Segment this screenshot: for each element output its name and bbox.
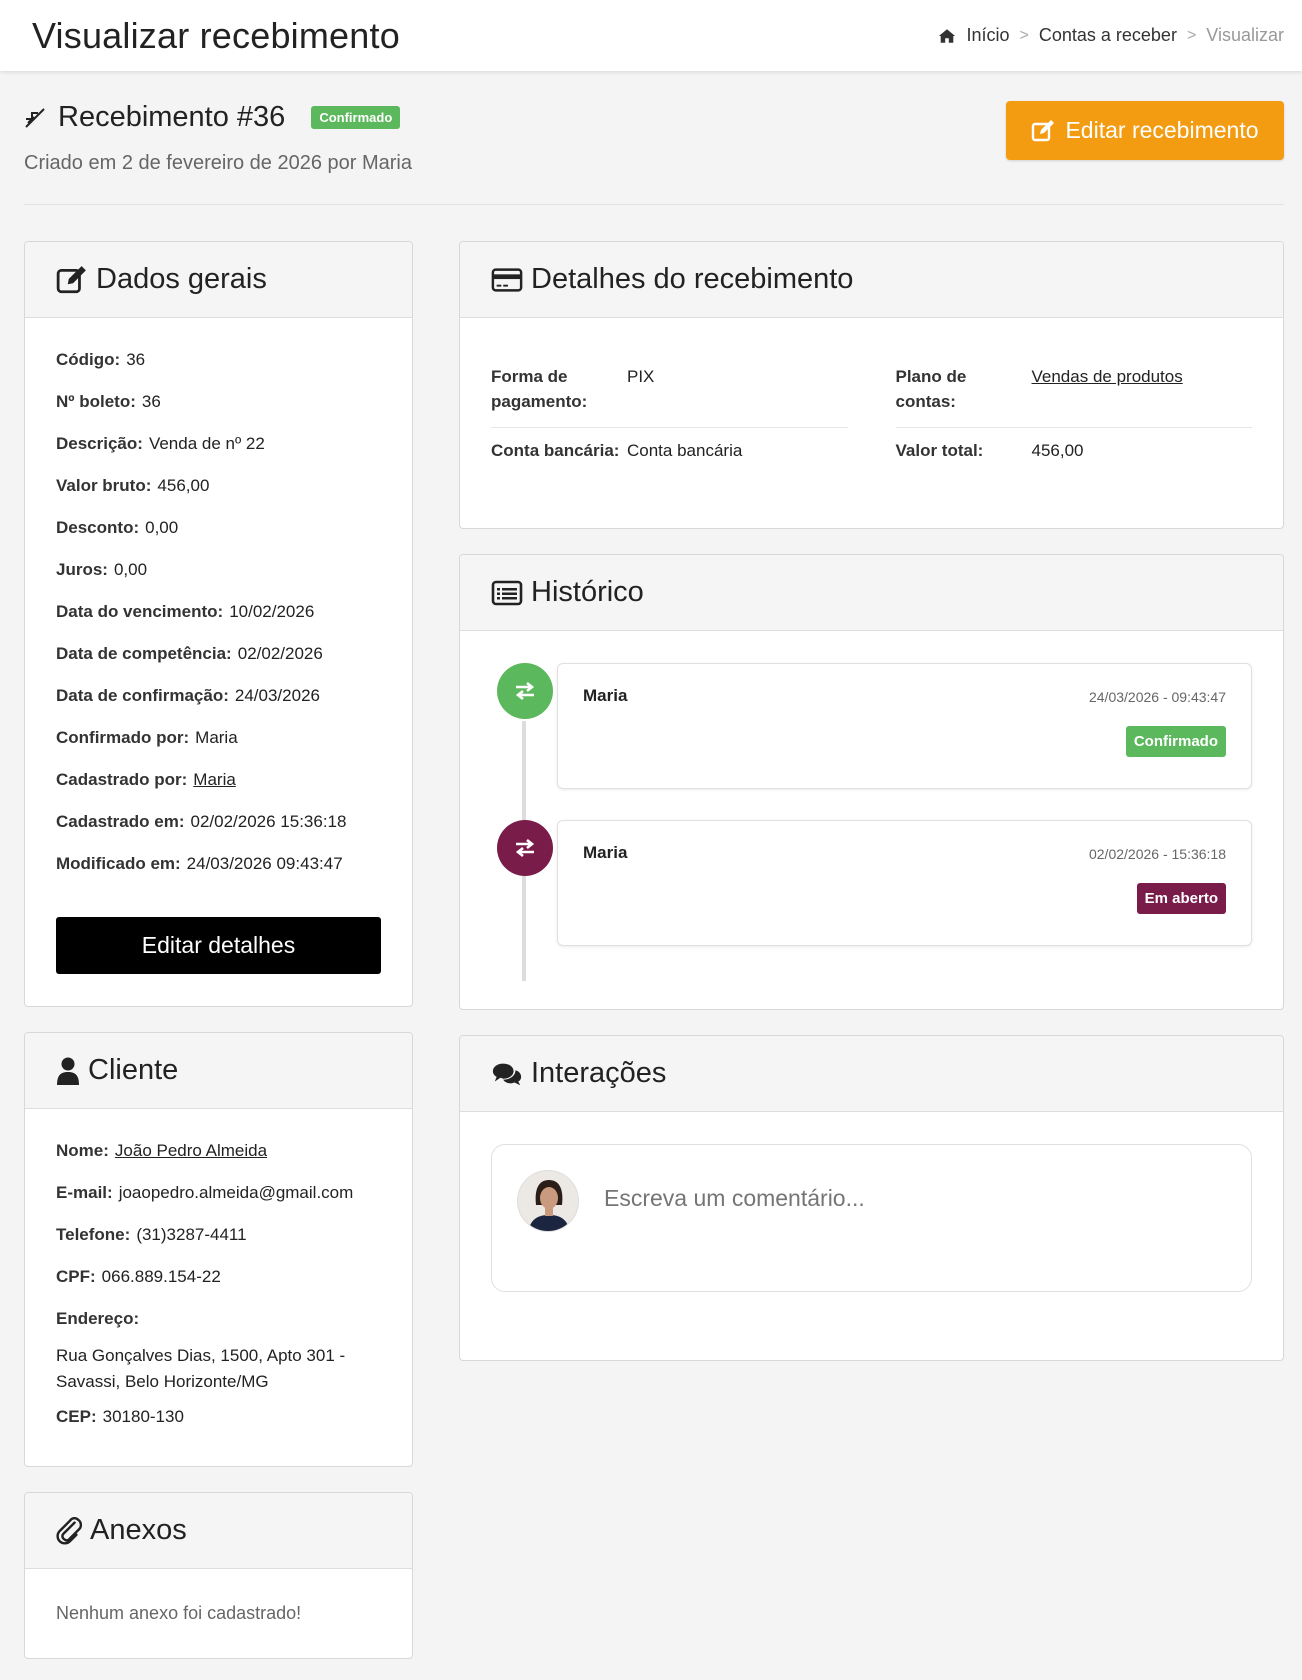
timeline-entry: Maria 24/03/2026 - 09:43:47 Confirmado bbox=[557, 663, 1252, 789]
timeline-marker bbox=[497, 663, 553, 719]
general-data-list: Código: 36 Nº boleto: 36 Descrição: Venda d… bbox=[25, 318, 412, 896]
timeline-datetime: 02/02/2026 - 15:36:18 bbox=[1088, 846, 1226, 862]
edit-icon bbox=[56, 265, 86, 293]
edit-icon bbox=[1032, 119, 1055, 141]
stairs-icon bbox=[25, 107, 45, 128]
attachments-card: Anexos Nenhum anexo foi cadastrado! bbox=[24, 1492, 413, 1659]
field-endereco-label: Endereço: bbox=[56, 1309, 140, 1328]
card-title: Anexos bbox=[90, 1514, 187, 1546]
field-cpf: CPF: 066.889.154-22 bbox=[56, 1267, 221, 1286]
edit-receipt-label: Editar recebimento bbox=[1065, 117, 1259, 143]
field-forma-pagamento: Forma de pagamento: PIX bbox=[491, 354, 848, 428]
cadastrado-por-link[interactable]: Maria bbox=[193, 770, 236, 789]
payment-details-card: Detalhes do recebimento Forma de pagamen… bbox=[459, 241, 1284, 529]
client-card: Cliente Nome: João Pedro Almeida E-mail: j… bbox=[24, 1032, 413, 1467]
field-boleto: Nº boleto: 36 bbox=[56, 392, 161, 411]
field-plano-contas: Plano de contas: Vendas de produtos bbox=[895, 354, 1252, 428]
timeline-status-badge: Em aberto bbox=[1136, 883, 1226, 914]
timeline-entry: Maria 02/02/2026 - 15:36:18 Em aberto bbox=[557, 820, 1252, 946]
edit-receipt-button[interactable]: Editar recebimento bbox=[1006, 101, 1284, 160]
receipt-header: Recebimento #36 Confirmado Criado em 2 d… bbox=[24, 71, 1284, 205]
plano-contas-link[interactable]: Vendas de produtos bbox=[1032, 367, 1183, 386]
general-data-card: Dados gerais Código: 36 Nº boleto: 36 Desc… bbox=[24, 241, 413, 1007]
history-timeline: Maria 24/03/2026 - 09:43:47 Confirmado M… bbox=[460, 631, 1283, 981]
breadcrumb-current: Visualizar bbox=[1206, 25, 1284, 45]
page-title: Visualizar recebimento bbox=[32, 14, 400, 56]
attachments-empty: Nenhum anexo foi cadastrado! bbox=[56, 1603, 302, 1623]
timeline-item: Maria 24/03/2026 - 09:43:47 Confirmado bbox=[491, 663, 1252, 820]
avatar-image bbox=[518, 1171, 578, 1231]
card-title: Histórico bbox=[531, 576, 644, 608]
breadcrumb-home[interactable]: Início bbox=[966, 25, 1009, 46]
timeline-status-badge: Confirmado bbox=[1125, 726, 1226, 757]
card-title: Cliente bbox=[88, 1054, 179, 1086]
timeline-user: Maria bbox=[583, 686, 628, 705]
timeline-datetime: 24/03/2026 - 09:43:47 bbox=[1088, 689, 1226, 705]
interactions-card: Interações bbox=[459, 1035, 1284, 1361]
history-card: Histórico Maria 24/03/2026 - 09:43:47 Co… bbox=[459, 554, 1284, 1010]
field-codigo: Código: 36 bbox=[56, 350, 146, 369]
field-modificado-em: Modificado em: 24/03/2026 09:43:47 bbox=[56, 854, 343, 873]
paperclip-icon bbox=[56, 1516, 82, 1545]
user-icon bbox=[57, 1057, 79, 1085]
receipt-title: Recebimento #36 bbox=[58, 101, 286, 133]
comment-box[interactable] bbox=[491, 1144, 1252, 1292]
timeline-user: Maria bbox=[583, 843, 628, 862]
exchange-icon bbox=[515, 838, 535, 858]
field-juros: Juros: 0,00 bbox=[56, 560, 148, 579]
list-icon bbox=[491, 580, 523, 605]
breadcrumb: Início > Contas a receber > Visualizar bbox=[938, 25, 1284, 46]
client-data-list: Nome: João Pedro Almeida E-mail: joaopedro… bbox=[25, 1109, 412, 1449]
field-conta-bancaria: Conta bancária: Conta bancária bbox=[491, 441, 743, 460]
credit-card-icon bbox=[491, 267, 523, 292]
field-descricao: Descrição: Venda de nº 22 bbox=[56, 434, 265, 453]
field-confirmado-por: Confirmado por: Maria bbox=[56, 728, 238, 747]
field-valor-total: Valor total: 456,00 bbox=[895, 441, 1084, 460]
field-nome: Nome: João Pedro Almeida bbox=[56, 1141, 268, 1160]
breadcrumb-separator: > bbox=[1019, 26, 1029, 44]
comments-icon bbox=[492, 1063, 522, 1085]
card-title: Interações bbox=[531, 1057, 667, 1089]
exchange-icon bbox=[515, 681, 535, 701]
top-bar: Visualizar recebimento Início > Contas a… bbox=[0, 0, 1302, 71]
card-title: Dados gerais bbox=[96, 263, 267, 295]
field-valor-bruto: Valor bruto: 456,00 bbox=[56, 476, 210, 495]
field-competencia: Data de competência: 02/02/2026 bbox=[56, 644, 323, 663]
field-vencimento: Data do vencimento: 10/02/2026 bbox=[56, 602, 315, 621]
breadcrumb-separator: > bbox=[1186, 26, 1197, 44]
status-badge: Confirmado bbox=[311, 106, 401, 129]
timeline-marker bbox=[497, 820, 553, 876]
field-confirmacao: Data de confirmação: 24/03/2026 bbox=[56, 686, 320, 705]
field-desconto: Desconto: 0,00 bbox=[56, 518, 179, 537]
user-avatar bbox=[517, 1170, 579, 1232]
field-endereco-value: Rua Gonçalves Dias, 1500, Apto 301 - Sav… bbox=[56, 1346, 346, 1391]
timeline-item: Maria 02/02/2026 - 15:36:18 Em aberto bbox=[491, 820, 1252, 977]
home-icon bbox=[939, 28, 956, 43]
field-cep: CEP: 30180-130 bbox=[56, 1407, 184, 1426]
field-email: E-mail: joaopedro.almeida@gmail.com bbox=[56, 1183, 354, 1202]
field-cadastrado-em: Cadastrado em: 02/02/2026 15:36:18 bbox=[56, 812, 347, 831]
payment-details-grid: Forma de pagamento: PIX Plano de contas:… bbox=[460, 318, 1283, 502]
comment-input[interactable] bbox=[604, 1185, 1124, 1212]
card-title: Detalhes do recebimento bbox=[531, 263, 854, 295]
client-name-link[interactable]: João Pedro Almeida bbox=[115, 1141, 267, 1160]
edit-details-button[interactable]: Editar detalhes bbox=[56, 917, 381, 974]
field-cadastrado-por: Cadastrado por: Maria bbox=[56, 770, 236, 789]
breadcrumb-contas-a-receber[interactable]: Contas a receber bbox=[1039, 25, 1177, 46]
field-telefone: Telefone: (31)3287-4411 bbox=[56, 1225, 247, 1244]
